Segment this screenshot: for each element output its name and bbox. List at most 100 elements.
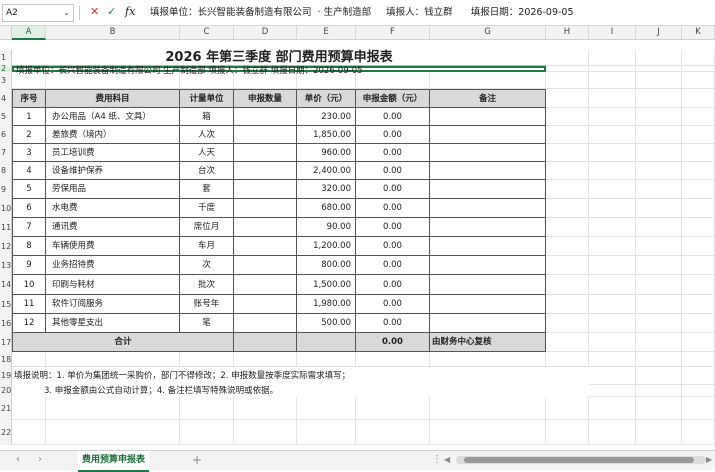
grid-cell[interactable] <box>682 385 715 397</box>
chevron-down-icon[interactable]: ⌄ <box>63 5 70 21</box>
grid-cell[interactable] <box>546 420 589 445</box>
sheet-tab-active[interactable]: 费用预算申报表 <box>78 451 150 472</box>
grid-cell[interactable] <box>636 295 682 314</box>
table-cell-unit[interactable]: 批次 <box>180 275 234 295</box>
formula-input[interactable]: 填报单位：长兴智能装备制造有限公司 · 生产制造部 填报人：钱立群 填报日期：2… <box>150 5 574 21</box>
table-cell-amount[interactable]: 0.00 <box>356 199 430 218</box>
grid-cell[interactable] <box>546 295 589 314</box>
grid-cell[interactable] <box>636 397 682 420</box>
grid-cell[interactable] <box>682 333 715 352</box>
grid-cell[interactable] <box>546 199 589 218</box>
table-cell-name[interactable]: 通讯费 <box>46 218 180 237</box>
cancel-icon[interactable]: ✕ <box>90 5 99 19</box>
grid-cell[interactable] <box>589 397 636 420</box>
row-header-12[interactable]: 12 <box>0 237 12 256</box>
table-cell-price[interactable]: 680.00 <box>297 199 356 218</box>
grid-cell[interactable] <box>430 420 546 445</box>
grid-cell[interactable] <box>589 199 636 218</box>
column-header-f[interactable]: F <box>356 26 430 40</box>
grid-cell[interactable] <box>430 352 546 367</box>
table-cell-price[interactable]: 1,500.00 <box>297 275 356 295</box>
table-cell-amount[interactable]: 0.00 <box>356 295 430 314</box>
grid-cell[interactable] <box>589 385 636 397</box>
grid-cell[interactable] <box>546 72 589 89</box>
grid-cell[interactable] <box>589 89 636 108</box>
grid-cell[interactable] <box>589 50 636 66</box>
row-header-20[interactable]: 20 <box>0 385 12 397</box>
grid-cell[interactable] <box>682 72 715 89</box>
table-cell-name[interactable]: 印刷与耗材 <box>46 275 180 295</box>
table-cell-price[interactable]: 2,400.00 <box>297 162 356 180</box>
table-cell-price[interactable]: 90.00 <box>297 218 356 237</box>
table-cell-amount[interactable]: 0.00 <box>356 237 430 256</box>
grid-cell[interactable] <box>682 50 715 66</box>
grid-cell[interactable] <box>546 180 589 199</box>
horizontal-scrollbar[interactable] <box>456 456 706 464</box>
grid-cell[interactable] <box>589 108 636 126</box>
table-cell-name[interactable]: 办公用品（A4 纸、文具） <box>46 108 180 126</box>
table-cell-qty[interactable] <box>234 314 297 333</box>
table-cell-price[interactable]: 800.00 <box>297 256 356 275</box>
row-header-15[interactable]: 15 <box>0 295 12 314</box>
table-cell-note[interactable] <box>430 162 546 180</box>
notes-line-1[interactable]: 填报说明：1. 单价为集团统一采购价，部门不得修改；2. 申报数量按季度实际需求… <box>12 367 589 385</box>
table-cell-qty[interactable] <box>234 126 297 144</box>
row-header-3[interactable]: 3 <box>0 72 12 89</box>
table-cell-qty[interactable] <box>234 162 297 180</box>
row-header-7[interactable]: 7 <box>0 144 12 162</box>
table-cell-price[interactable]: 320.00 <box>297 180 356 199</box>
grid-cell[interactable] <box>589 218 636 237</box>
table-cell-price[interactable]: 500.00 <box>297 314 356 333</box>
table-header-5[interactable]: 单价（元） <box>297 89 356 108</box>
grid-cell[interactable] <box>430 72 546 89</box>
row-header-4[interactable]: 4 <box>0 89 12 108</box>
grid-cell[interactable] <box>180 397 234 420</box>
grid-cell[interactable] <box>682 397 715 420</box>
table-cell-name[interactable]: 水电费 <box>46 199 180 218</box>
table-cell-note[interactable] <box>430 199 546 218</box>
select-all-corner[interactable] <box>0 26 12 40</box>
table-cell-note[interactable] <box>430 144 546 162</box>
table-cell-price[interactable]: 960.00 <box>297 144 356 162</box>
table-cell-no[interactable]: 4 <box>12 162 46 180</box>
table-header-3[interactable]: 计量单位 <box>180 89 234 108</box>
grid-cell[interactable] <box>546 50 589 66</box>
grid-cell[interactable] <box>682 367 715 385</box>
add-sheet-button[interactable]: + <box>192 453 202 467</box>
table-title[interactable]: 2026 年第三季度 部门费用预算申报表 <box>12 50 546 66</box>
grid-cell[interactable] <box>589 367 636 385</box>
table-cell-unit[interactable]: 车月 <box>180 237 234 256</box>
column-header-h[interactable]: H <box>546 26 589 40</box>
table-cell-no[interactable]: 7 <box>12 218 46 237</box>
grid-cell[interactable] <box>297 352 356 367</box>
table-cell-no[interactable]: 8 <box>12 237 46 256</box>
row-header-10[interactable]: 10 <box>0 199 12 218</box>
grid-cell[interactable] <box>682 314 715 333</box>
table-cell-qty[interactable] <box>234 144 297 162</box>
grid-cell[interactable] <box>546 218 589 237</box>
grid-cell[interactable] <box>589 352 636 367</box>
row-header-22[interactable]: 22 <box>0 420 12 445</box>
scrollbar-thumb[interactable] <box>464 457 694 463</box>
grid-cell[interactable] <box>682 144 715 162</box>
grid-cell[interactable] <box>356 397 430 420</box>
table-cell-qty[interactable] <box>234 218 297 237</box>
grid-cell[interactable] <box>636 89 682 108</box>
table-cell-no[interactable]: 11 <box>12 295 46 314</box>
grid-cell[interactable] <box>636 237 682 256</box>
row-header-21[interactable]: 21 <box>0 397 12 420</box>
column-header-j[interactable]: J <box>636 26 682 40</box>
table-cell-amount[interactable]: 0.00 <box>356 275 430 295</box>
grid-cell[interactable] <box>546 162 589 180</box>
grid-cell[interactable] <box>682 352 715 367</box>
table-cell-note[interactable] <box>430 314 546 333</box>
row-header-18[interactable]: 18 <box>0 352 12 367</box>
grid-cell[interactable] <box>682 126 715 144</box>
column-header-i[interactable]: I <box>589 26 636 40</box>
grid-cell[interactable] <box>546 314 589 333</box>
column-header-k[interactable]: K <box>682 26 715 40</box>
grid-cell[interactable] <box>589 237 636 256</box>
row-header-14[interactable]: 14 <box>0 275 12 295</box>
row-header-5[interactable]: 5 <box>0 108 12 126</box>
grid-cell[interactable] <box>356 72 430 89</box>
